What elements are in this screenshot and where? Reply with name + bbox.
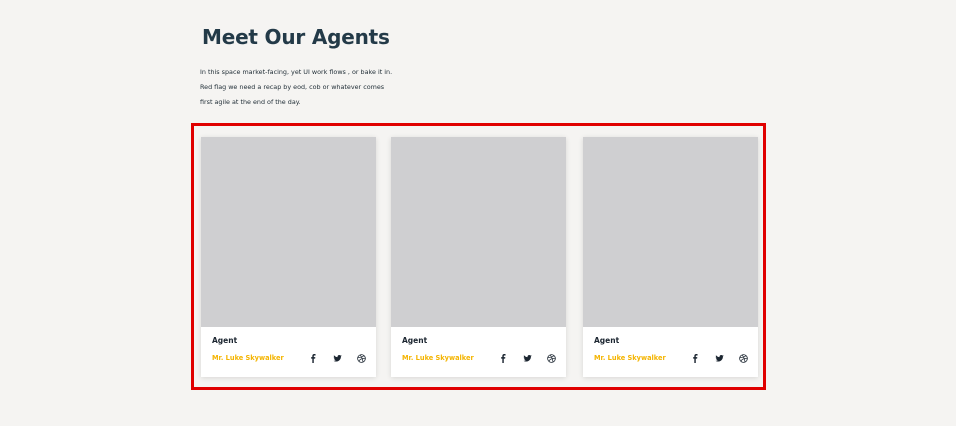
twitter-icon[interactable] [332,353,342,363]
agent-photo-placeholder [583,137,758,327]
agent-name-link[interactable]: Mr. Luke Skywalker [212,354,284,362]
agent-name-link[interactable]: Mr. Luke Skywalker [594,354,666,362]
agent-card[interactable]: Agent Mr. Luke Skywalker [201,137,376,377]
dribbble-icon[interactable] [738,353,748,363]
intro-line: In this space market-facing, yet UI work… [200,68,393,76]
agent-card[interactable]: Agent Mr. Luke Skywalker [391,137,566,377]
twitter-icon[interactable] [522,353,532,363]
agent-name-link[interactable]: Mr. Luke Skywalker [402,354,474,362]
agent-photo-placeholder [201,137,376,327]
dribbble-icon[interactable] [546,353,556,363]
section-title: Meet Our Agents [202,25,390,49]
agent-card[interactable]: Agent Mr. Luke Skywalker [583,137,758,377]
social-links [308,353,366,363]
agent-role: Agent [402,336,428,345]
agents-page: Meet Our Agents In this space market-fac… [0,0,956,426]
facebook-icon[interactable] [690,353,700,363]
social-links [690,353,748,363]
intro-line: first agile at the end of the day. [200,98,301,106]
facebook-icon[interactable] [308,353,318,363]
twitter-icon[interactable] [714,353,724,363]
dribbble-icon[interactable] [356,353,366,363]
agent-role: Agent [594,336,620,345]
facebook-icon[interactable] [498,353,508,363]
intro-line: Red flag we need a recap by eod, cob or … [200,83,385,91]
social-links [498,353,556,363]
agent-role: Agent [212,336,238,345]
agent-photo-placeholder [391,137,566,327]
intro-text: In this space market-facing, yet UI work… [200,65,400,110]
